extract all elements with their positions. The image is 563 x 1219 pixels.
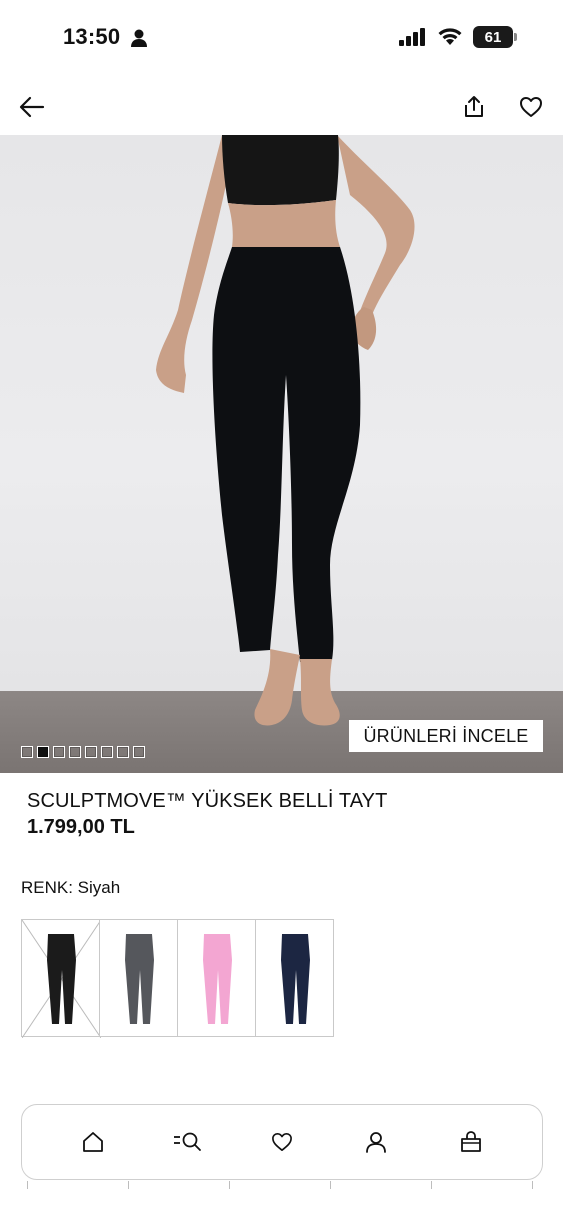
product-title: SCULPTMOVE™ YÜKSEK BELLİ TAYT [27, 790, 388, 812]
bag-icon [460, 1131, 481, 1152]
leggings-navy-image [281, 934, 310, 1024]
swatch-pink[interactable] [177, 919, 256, 1037]
swatch-navy[interactable] [255, 919, 334, 1037]
back-button[interactable] [15, 90, 49, 124]
signal-icon [399, 28, 425, 46]
divider [532, 1181, 533, 1189]
page-dot[interactable] [69, 746, 81, 758]
color-swatches [21, 919, 334, 1038]
battery-level: 61 [484, 28, 502, 46]
top-nav [0, 80, 563, 134]
model-figure [156, 135, 415, 726]
leggings-grey-image [125, 934, 154, 1024]
tab-bag[interactable] [451, 1122, 491, 1162]
divider [330, 1181, 331, 1189]
wifi-icon [438, 28, 462, 45]
home-icon [83, 1132, 104, 1152]
tab-search[interactable] [168, 1122, 208, 1162]
divider [229, 1181, 230, 1189]
divider [27, 1181, 28, 1189]
account-icon [366, 1132, 387, 1153]
product-price: 1.799,00 TL [27, 816, 135, 838]
swatch-dark-grey[interactable] [99, 919, 178, 1037]
bottom-tab-bar [21, 1104, 543, 1180]
tab-home[interactable] [73, 1122, 113, 1162]
share-button[interactable] [457, 90, 491, 124]
product-image[interactable]: ÜRÜNLERİ İNCELE [0, 135, 563, 773]
page-dot[interactable] [53, 746, 65, 758]
tab-account[interactable] [356, 1122, 396, 1162]
leggings-black-image [22, 920, 101, 1038]
page-dot[interactable] [21, 746, 33, 758]
page-dot[interactable] [85, 746, 97, 758]
share-icon [465, 96, 483, 117]
heart-icon [272, 1133, 292, 1151]
tab-favorites[interactable] [262, 1122, 302, 1162]
tab-dividers [27, 1181, 537, 1191]
person-icon [131, 29, 147, 47]
page-dot[interactable] [101, 746, 113, 758]
page-dot-active[interactable] [37, 746, 49, 758]
swatch-black[interactable] [21, 919, 101, 1038]
status-bar: 13:50 61 [0, 0, 563, 72]
leggings-pink-image [203, 934, 232, 1024]
favorite-button[interactable] [514, 90, 548, 124]
back-arrow-icon [19, 96, 45, 118]
divider [128, 1181, 129, 1189]
page-dot[interactable] [133, 746, 145, 758]
heart-icon [520, 97, 542, 117]
search-icon [173, 1132, 201, 1151]
status-time: 13:50 [63, 24, 121, 49]
color-label: RENK: Siyah [21, 878, 121, 897]
image-pagination [21, 746, 145, 758]
page-dot[interactable] [117, 746, 129, 758]
battery-icon: 61 [473, 26, 517, 48]
explore-products-button[interactable]: ÜRÜNLERİ İNCELE [349, 720, 543, 752]
divider [431, 1181, 432, 1189]
